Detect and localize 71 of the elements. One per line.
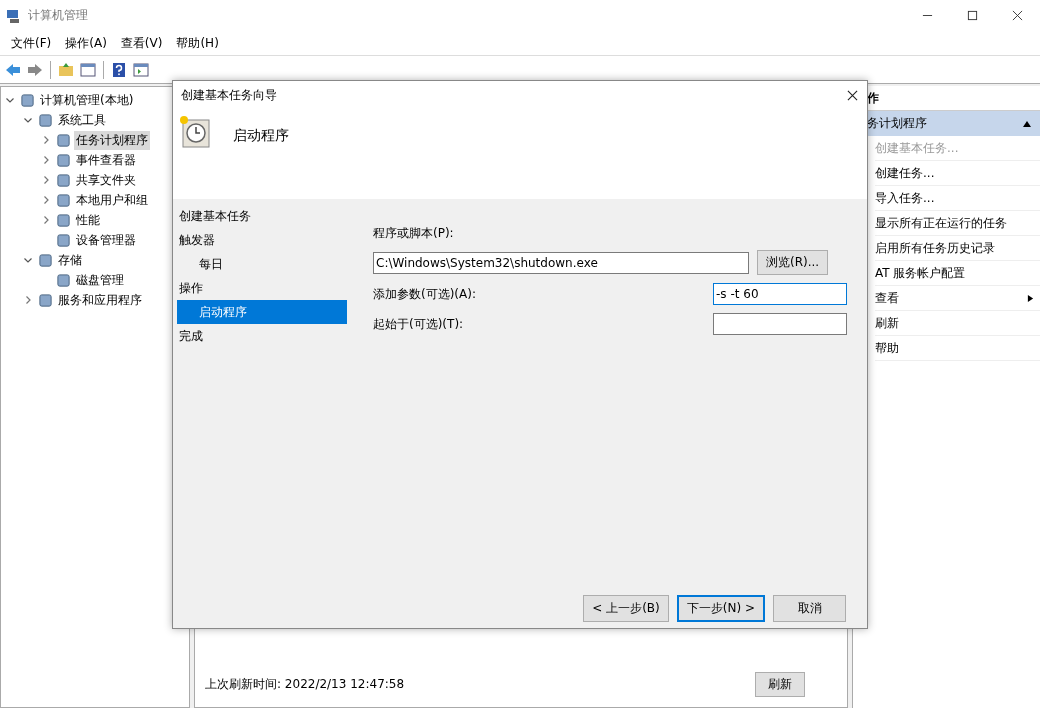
tree-item[interactable]: 存储 (56, 250, 84, 270)
tree-node-icon (38, 292, 53, 308)
arguments-input[interactable]: -s -t 60 (713, 283, 847, 305)
chevron-icon[interactable] (5, 95, 15, 105)
tree-node-icon (56, 272, 71, 288)
wizard-step: 创建基本任务 (173, 204, 343, 228)
menu-item[interactable]: 帮助(H) (169, 34, 226, 52)
chevron-icon[interactable] (23, 255, 33, 265)
wizard-button[interactable]: 取消 (773, 595, 846, 622)
tree-node-icon (38, 112, 53, 128)
action-link[interactable]: AT 服务帐户配置 (875, 264, 966, 282)
chevron-icon[interactable] (41, 155, 51, 165)
last-refresh-text: 上次刷新时间: 2022/2/13 12:47:58 (205, 676, 405, 693)
chevron-icon[interactable] (41, 175, 51, 185)
menu-item[interactable]: 文件(F) (4, 34, 59, 52)
tree-item[interactable]: 性能 (74, 210, 102, 230)
tree-node-icon (56, 152, 71, 168)
wizard-button[interactable]: < 上一步(B) (583, 595, 669, 622)
chevron-icon[interactable] (23, 295, 33, 305)
tree-item[interactable]: 共享文件夹 (74, 170, 138, 190)
tree-node-icon (56, 172, 71, 188)
action-link[interactable]: 导入任务... (875, 189, 935, 207)
tree-item[interactable]: 事件查看器 (74, 150, 138, 170)
field-label: 添加参数(可选)(A): (373, 285, 476, 303)
help-icon[interactable] (110, 60, 128, 79)
chevron-icon[interactable] (41, 135, 51, 145)
close-icon[interactable] (847, 89, 858, 101)
action-pane-icon[interactable] (132, 60, 150, 79)
wizard-step: 操作 (173, 276, 343, 300)
program-path-input[interactable]: C:\Windows\System32\shutdown.exe (373, 251, 749, 274)
wizard-step: 启动程序 (177, 300, 347, 324)
submenu-arrow-icon (1027, 293, 1034, 303)
tree-node-icon (56, 212, 71, 228)
dialog-heading: 启动程序 (233, 127, 289, 145)
dialog-title: 创建基本任务向导 (181, 86, 277, 104)
chevron-icon[interactable] (41, 195, 51, 205)
action-link[interactable]: 显示所有正在运行的任务 (875, 214, 1007, 232)
tree-item[interactable]: 系统工具 (56, 110, 108, 130)
start-in-input[interactable] (713, 313, 847, 335)
clock-icon (179, 115, 211, 149)
tree-node-icon (56, 232, 71, 248)
tree-item[interactable]: 服务和应用程序 (56, 290, 144, 310)
action-link[interactable]: 帮助 (875, 339, 899, 357)
tree-node-icon (56, 132, 71, 148)
wizard-step: 每日 (177, 252, 347, 276)
tree-item[interactable]: 本地用户和组 (74, 190, 150, 210)
tree-node-icon (56, 192, 71, 208)
tree-item[interactable]: 设备管理器 (74, 230, 138, 250)
action-link[interactable]: 创建任务... (875, 164, 935, 182)
menu-item[interactable]: 查看(V) (113, 34, 170, 52)
tree-item[interactable]: 任务计划程序 (74, 130, 150, 150)
wizard-step: 完成 (173, 324, 343, 348)
tree-node-icon (20, 92, 35, 108)
action-link[interactable]: 刷新 (875, 314, 899, 332)
field-label: 起始于(可选)(T): (373, 315, 464, 333)
wizard-button[interactable]: 下一步(N) > (676, 595, 765, 622)
tree-item[interactable]: 计算机管理(本地) (38, 90, 136, 110)
wizard-step: 触发器 (173, 228, 343, 252)
action-link[interactable]: 启用所有任务历史记录 (875, 239, 995, 257)
browse-button[interactable]: 浏览(R)... (757, 250, 829, 275)
tree-node-icon (38, 252, 53, 268)
refresh-button[interactable]: 刷新 (755, 672, 805, 697)
action-link[interactable]: 查看 (875, 289, 899, 307)
menu-item[interactable]: 操作(A) (58, 34, 114, 52)
chevron-icon[interactable] (41, 215, 51, 225)
field-label: 程序或脚本(P): (373, 225, 455, 242)
console-tree-icon[interactable] (79, 60, 97, 79)
window-title: 计算机管理 (28, 7, 88, 24)
tree-item[interactable]: 磁盘管理 (74, 270, 126, 290)
computer-icon (6, 7, 22, 24)
chevron-icon[interactable] (23, 115, 33, 125)
